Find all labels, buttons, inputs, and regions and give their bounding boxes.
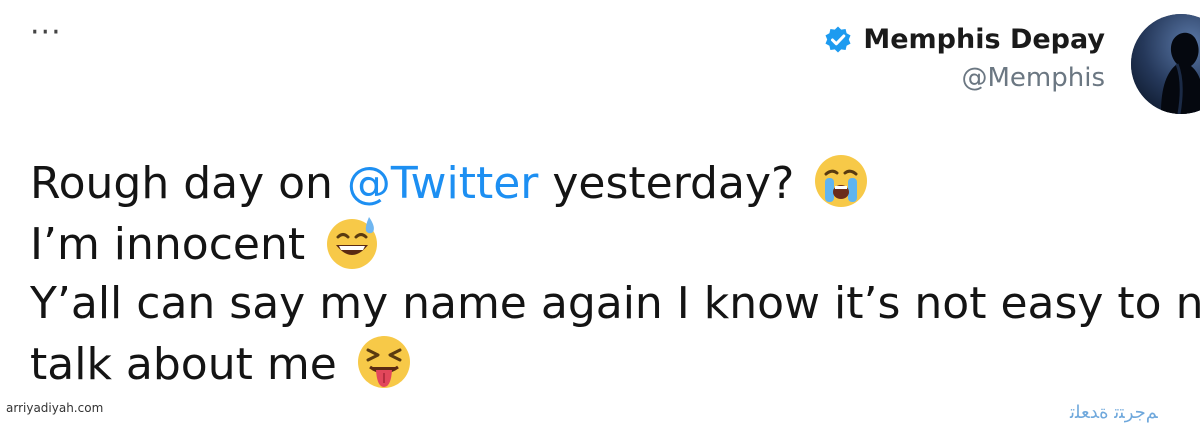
tweet-text: Rough day on @Twitter yesterday? I’m inn… [30,152,1200,394]
tweet-line-3: Y’all can say my name again I know it’s … [30,274,1200,333]
source-watermark: arriyadiyah.com [6,401,104,415]
avatar[interactable] [1131,14,1200,114]
tweet-text-segment: I’m innocent [30,219,306,270]
tweet-line-1: Rough day on @Twitter yesterday? [30,152,1200,213]
tweet-text-segment: Rough day on [30,158,347,209]
tweet-text-segment: Y’all can say my name again I know it’s … [30,278,1200,329]
verified-badge-icon [823,25,853,55]
author-handle[interactable]: @Memphis [823,63,1105,93]
mention-link[interactable]: @Twitter [347,158,538,209]
tweet-line-2: I’m innocent [30,213,1200,274]
loudly-crying-face-icon [812,152,870,210]
translate-tweet-link[interactable]: ﻢﺟﺮﺘﺗ ﺓﺪﻌﻠﺗ [1070,402,1158,423]
tweet-text-segment: talk about me [30,339,337,390]
author-display-name[interactable]: Memphis Depay [863,24,1105,55]
tweet-author[interactable]: Memphis Depay @Memphis [823,24,1105,93]
grinning-face-with-sweat-icon [323,213,381,271]
squinting-face-with-tongue-icon [355,333,413,391]
more-options-icon[interactable]: ··· [30,18,62,48]
tweet-text-segment: yesterday? [538,158,795,209]
author-name-row: Memphis Depay [823,24,1105,55]
tweet-line-4: talk about me [30,333,1200,394]
